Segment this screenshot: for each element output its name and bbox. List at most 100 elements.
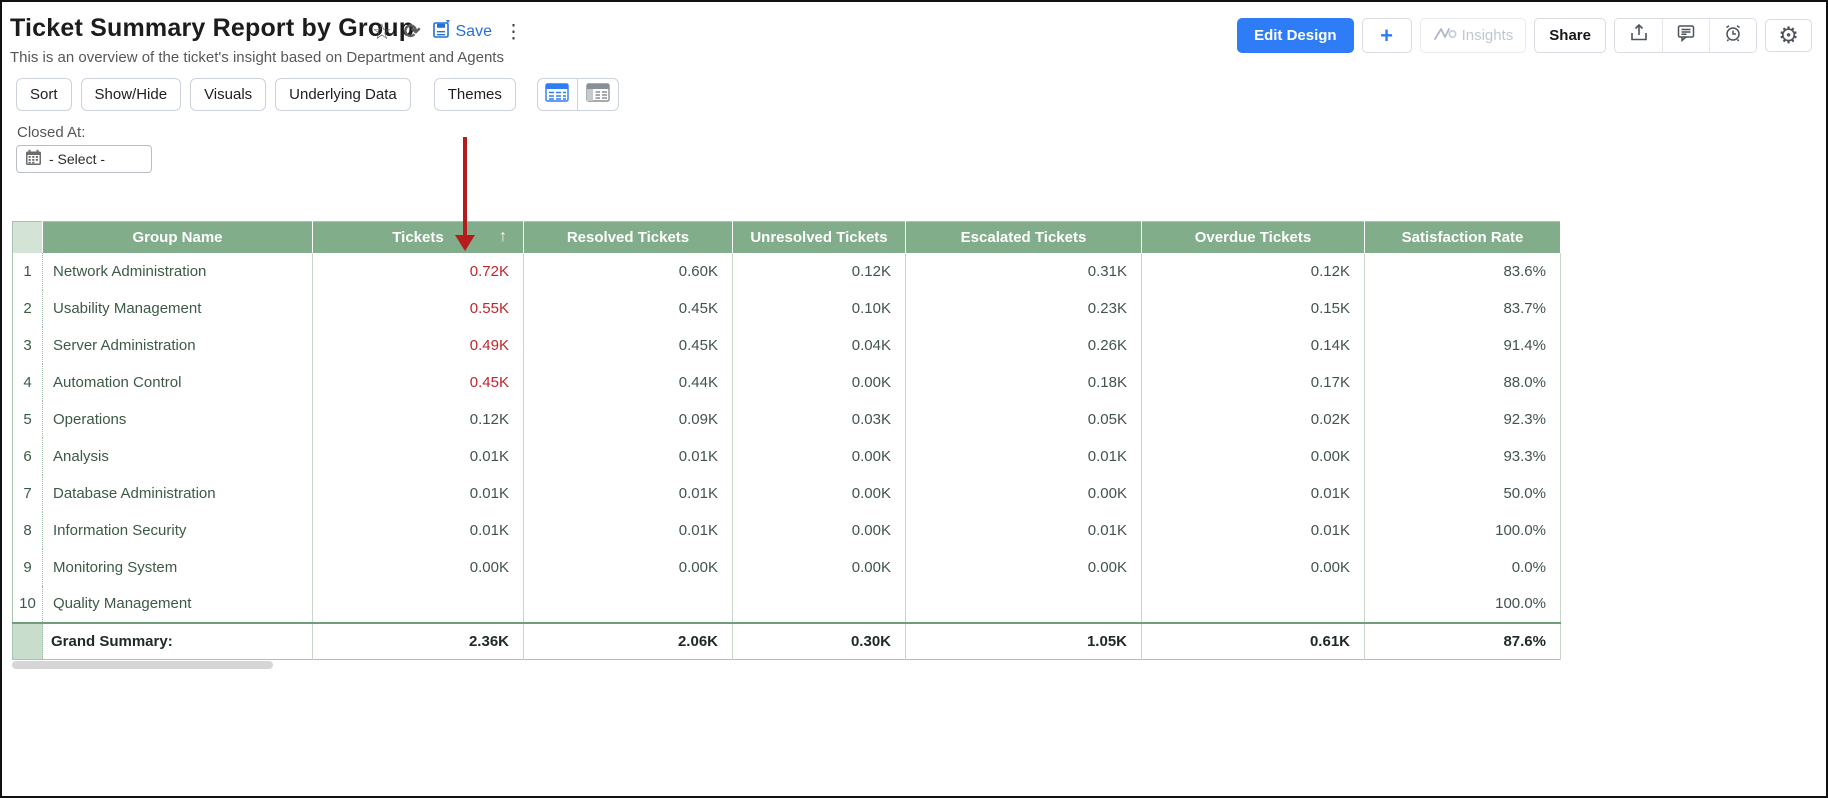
unresolved-cell[interactable]: 0.00K — [733, 438, 906, 475]
overdue-cell[interactable]: 0.00K — [1142, 549, 1365, 586]
overdue-cell[interactable]: 0.01K — [1142, 512, 1365, 549]
column-header-group-name[interactable]: Group Name — [43, 222, 313, 253]
unresolved-cell[interactable]: 0.10K — [733, 290, 906, 327]
escalated-cell[interactable]: 0.23K — [906, 290, 1142, 327]
show-hide-button[interactable]: Show/Hide — [81, 78, 182, 111]
horizontal-scrollbar[interactable] — [12, 661, 273, 669]
resolved-cell[interactable]: 0.01K — [524, 438, 733, 475]
satisfaction-cell[interactable]: 91.4% — [1365, 327, 1561, 364]
resolved-cell[interactable] — [524, 586, 733, 623]
resolved-cell[interactable]: 0.44K — [524, 364, 733, 401]
star-icon[interactable]: ☆ — [372, 21, 392, 43]
closed-at-select[interactable]: - Select - — [16, 145, 152, 173]
settings-button[interactable]: ⚙ — [1765, 19, 1812, 52]
resolved-cell[interactable]: 0.60K — [524, 253, 733, 290]
group-name-cell[interactable]: Monitoring System — [43, 549, 313, 586]
overdue-cell[interactable]: 0.12K — [1142, 253, 1365, 290]
tickets-cell[interactable] — [313, 586, 524, 623]
tickets-cell[interactable]: 0.49K — [313, 327, 524, 364]
overdue-cell[interactable]: 0.14K — [1142, 327, 1365, 364]
satisfaction-cell[interactable]: 92.3% — [1365, 401, 1561, 438]
group-name-cell[interactable]: Operations — [43, 401, 313, 438]
tickets-cell[interactable]: 0.00K — [313, 549, 524, 586]
column-header-overdue-tickets[interactable]: Overdue Tickets — [1142, 222, 1365, 253]
overdue-cell[interactable]: 0.17K — [1142, 364, 1365, 401]
escalated-cell[interactable]: 0.26K — [906, 327, 1142, 364]
tickets-cell[interactable]: 0.01K — [313, 438, 524, 475]
overdue-cell[interactable] — [1142, 586, 1365, 623]
table-view-button[interactable] — [537, 78, 578, 111]
satisfaction-cell[interactable]: 93.3% — [1365, 438, 1561, 475]
group-name-cell[interactable]: Information Security — [43, 512, 313, 549]
grand-summary-row: Grand Summary:2.36K2.06K0.30K1.05K0.61K8… — [13, 623, 1561, 660]
comment-button[interactable] — [1662, 19, 1709, 52]
satisfaction-cell[interactable]: 100.0% — [1365, 586, 1561, 623]
group-name-cell[interactable]: Network Administration — [43, 253, 313, 290]
kebab-menu-icon[interactable]: ⋮ — [504, 23, 523, 42]
alarm-button[interactable] — [1709, 19, 1756, 52]
edit-design-button[interactable]: Edit Design — [1237, 18, 1354, 53]
overdue-cell[interactable]: 0.00K — [1142, 438, 1365, 475]
satisfaction-cell[interactable]: 83.7% — [1365, 290, 1561, 327]
export-button[interactable] — [1615, 19, 1662, 52]
underlying-data-button[interactable]: Underlying Data — [275, 78, 411, 111]
group-name-cell[interactable]: Database Administration — [43, 475, 313, 512]
overdue-cell[interactable]: 0.02K — [1142, 401, 1365, 438]
group-name-cell[interactable]: Automation Control — [43, 364, 313, 401]
unresolved-cell[interactable]: 0.03K — [733, 401, 906, 438]
save-button[interactable]: * Save — [433, 20, 492, 44]
share-button[interactable]: Share — [1534, 18, 1606, 53]
satisfaction-cell[interactable]: 50.0% — [1365, 475, 1561, 512]
group-name-cell[interactable]: Quality Management — [43, 586, 313, 623]
escalated-cell[interactable]: 0.00K — [906, 549, 1142, 586]
resolved-cell[interactable]: 0.45K — [524, 327, 733, 364]
satisfaction-cell[interactable]: 88.0% — [1365, 364, 1561, 401]
resolved-cell[interactable]: 0.45K — [524, 290, 733, 327]
themes-button[interactable]: Themes — [434, 78, 516, 111]
group-name-cell[interactable]: Analysis — [43, 438, 313, 475]
escalated-cell[interactable]: 0.18K — [906, 364, 1142, 401]
column-header-resolved-tickets[interactable]: Resolved Tickets — [524, 222, 733, 253]
tickets-cell[interactable]: 0.01K — [313, 475, 524, 512]
tickets-cell[interactable]: 0.12K — [313, 401, 524, 438]
tickets-cell[interactable]: 0.45K — [313, 364, 524, 401]
satisfaction-cell[interactable]: 100.0% — [1365, 512, 1561, 549]
unresolved-cell[interactable]: 0.00K — [733, 475, 906, 512]
resolved-cell[interactable]: 0.01K — [524, 475, 733, 512]
visuals-button[interactable]: Visuals — [190, 78, 266, 111]
insights-button[interactable]: Insights — [1420, 18, 1527, 53]
escalated-cell[interactable]: 0.01K — [906, 512, 1142, 549]
escalated-cell[interactable]: 0.31K — [906, 253, 1142, 290]
sort-button[interactable]: Sort — [16, 78, 72, 111]
escalated-cell[interactable]: 0.00K — [906, 475, 1142, 512]
column-header-tickets[interactable]: Tickets↑ — [313, 222, 524, 253]
resolved-cell[interactable]: 0.09K — [524, 401, 733, 438]
escalated-cell[interactable]: 0.01K — [906, 438, 1142, 475]
unresolved-cell[interactable]: 0.12K — [733, 253, 906, 290]
tickets-cell[interactable]: 0.72K — [313, 253, 524, 290]
group-name-cell[interactable]: Usability Management — [43, 290, 313, 327]
overdue-cell[interactable]: 0.15K — [1142, 290, 1365, 327]
refresh-icon[interactable]: ⟳ — [404, 22, 421, 42]
add-button[interactable]: + — [1362, 18, 1412, 53]
annotation-arrow-head — [455, 235, 475, 251]
tickets-cell[interactable]: 0.01K — [313, 512, 524, 549]
column-header-satisfaction-rate[interactable]: Satisfaction Rate — [1365, 222, 1561, 253]
tickets-cell[interactable]: 0.55K — [313, 290, 524, 327]
satisfaction-cell[interactable]: 0.0% — [1365, 549, 1561, 586]
unresolved-cell[interactable]: 0.00K — [733, 512, 906, 549]
resolved-cell[interactable]: 0.00K — [524, 549, 733, 586]
column-header-escalated-tickets[interactable]: Escalated Tickets — [906, 222, 1142, 253]
unresolved-cell[interactable]: 0.00K — [733, 364, 906, 401]
resolved-cell[interactable]: 0.01K — [524, 512, 733, 549]
satisfaction-cell[interactable]: 83.6% — [1365, 253, 1561, 290]
column-header-unresolved-tickets[interactable]: Unresolved Tickets — [733, 222, 906, 253]
unresolved-cell[interactable]: 0.04K — [733, 327, 906, 364]
unresolved-cell[interactable]: 0.00K — [733, 549, 906, 586]
pivot-view-button[interactable] — [578, 78, 619, 111]
escalated-cell[interactable]: 0.05K — [906, 401, 1142, 438]
unresolved-cell[interactable] — [733, 586, 906, 623]
escalated-cell[interactable] — [906, 586, 1142, 623]
overdue-cell[interactable]: 0.01K — [1142, 475, 1365, 512]
group-name-cell[interactable]: Server Administration — [43, 327, 313, 364]
